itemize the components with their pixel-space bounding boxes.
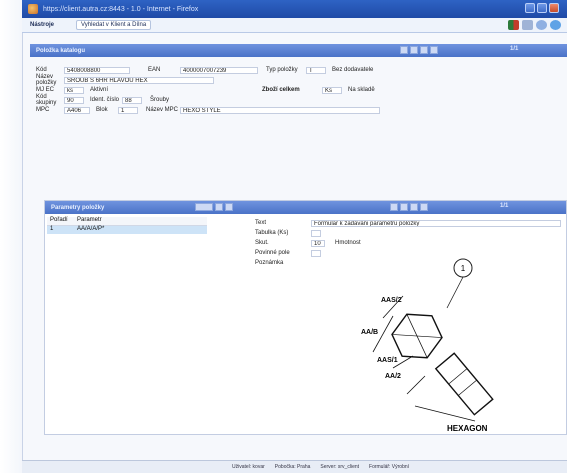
required-field[interactable] bbox=[311, 249, 321, 257]
parameters-panel: Parametry položky 1/1 Pořadí Parametr 1 … bbox=[44, 200, 567, 435]
mpc-name-field[interactable]: HEXO STYLE bbox=[180, 106, 380, 114]
leader-line bbox=[446, 276, 464, 309]
row-order: 1 bbox=[50, 226, 54, 232]
total-goods-label: Zboží celkem bbox=[262, 87, 300, 93]
table-field[interactable] bbox=[311, 229, 321, 237]
search-tool-icon[interactable] bbox=[195, 203, 213, 211]
maximize-icon[interactable] bbox=[537, 3, 547, 13]
close-icon[interactable] bbox=[549, 3, 559, 13]
search-icon[interactable] bbox=[536, 20, 547, 30]
list-header: Pořadí Parametr bbox=[47, 217, 207, 226]
code-field[interactable]: 5408008800 bbox=[64, 66, 130, 74]
note-label: Poznámka bbox=[255, 260, 284, 266]
item-name-field[interactable]: ŠROUB S 6HR HLAVOU HEX bbox=[64, 76, 214, 84]
detail-number: 1 bbox=[461, 264, 466, 273]
group-name: Šrouby bbox=[150, 97, 170, 103]
nav-prev-icon[interactable] bbox=[400, 203, 408, 211]
text-field[interactable]: Formular k zadavani parametru polozky bbox=[311, 219, 561, 227]
status-bar: Uživatel: kovar Pobočka: Praha Server: s… bbox=[22, 460, 567, 473]
row-parameter: AA/A/A/P* bbox=[77, 226, 105, 232]
list-row[interactable]: 1 AA/A/A/P* bbox=[47, 226, 207, 234]
parameters-tools bbox=[195, 203, 233, 211]
bolt-diagram: 1 AAS/2 AA/B AAS/1 AA/2 HEXAGON bbox=[361, 258, 494, 433]
col-order[interactable]: Pořadí bbox=[47, 217, 74, 225]
app-logo-icon bbox=[28, 4, 38, 14]
top-panel-page: 1/1 bbox=[510, 46, 519, 52]
hexagon-label: HEXAGON bbox=[447, 424, 488, 433]
ident-label: Ident. číslo bbox=[90, 97, 120, 103]
status-branch: Pobočka: Praha bbox=[274, 464, 311, 470]
panel-tool-icon[interactable] bbox=[430, 46, 438, 54]
group-code-field[interactable]: 90 bbox=[64, 96, 84, 104]
globe-icon[interactable] bbox=[550, 20, 561, 30]
panel-tool-icon[interactable] bbox=[420, 46, 428, 54]
status-user: Uživatel: kovar bbox=[232, 464, 265, 470]
nav-last-icon[interactable] bbox=[420, 203, 428, 211]
dim-label-3: AAS/1 bbox=[377, 357, 398, 364]
menu-item-tools[interactable]: Nástroje bbox=[30, 22, 54, 28]
bolt-shank bbox=[434, 352, 494, 416]
toolbar-icons bbox=[508, 20, 561, 30]
nav-first-icon[interactable] bbox=[390, 203, 398, 211]
actual-unit: Hmotnost bbox=[335, 240, 361, 246]
dim-label-4: AA/2 bbox=[385, 373, 401, 380]
actual-label: Skut. bbox=[255, 240, 269, 246]
window-title: https://client.autra.cz:8443 - 1.0 - Int… bbox=[43, 5, 199, 13]
ident-field[interactable]: 88 bbox=[122, 96, 142, 104]
flag-icon[interactable] bbox=[508, 20, 519, 30]
panel-tool-icon[interactable] bbox=[410, 46, 418, 54]
text-label: Text bbox=[255, 220, 267, 226]
top-panel-title: Položka katalogu bbox=[36, 47, 86, 54]
parameters-panel-header: Parametry položky 1/1 bbox=[45, 201, 566, 214]
total-goods-field[interactable]: Ks bbox=[322, 86, 342, 94]
parameters-list: Pořadí Parametr 1 AA/A/A/P* bbox=[47, 217, 207, 234]
mpc-name-label: Název MPC bbox=[146, 107, 179, 113]
block-label: Blok bbox=[96, 107, 108, 113]
top-panel-tools bbox=[400, 46, 438, 54]
supplier-status: Bez dodavatele bbox=[332, 67, 374, 73]
parameters-page: 1/1 bbox=[500, 203, 509, 209]
menu-search-dropdown[interactable]: Vyhledat v Klient a Dílna bbox=[76, 20, 152, 30]
actual-field[interactable]: 10 bbox=[311, 239, 325, 247]
edit-tool-icon[interactable] bbox=[215, 203, 223, 211]
dim-label-2: AA/B bbox=[361, 329, 378, 336]
parameters-panel-title: Parametry položky bbox=[51, 204, 105, 211]
nav-next-icon[interactable] bbox=[410, 203, 418, 211]
window-title-bar: https://client.autra.cz:8443 - 1.0 - Int… bbox=[22, 0, 567, 18]
back-icon[interactable] bbox=[522, 20, 533, 30]
col-parameter[interactable]: Parametr bbox=[74, 217, 102, 225]
mpc-field[interactable]: A406 bbox=[64, 106, 90, 114]
top-panel-header: Položka katalogu 1/1 bbox=[30, 44, 567, 57]
ean-label: EAN bbox=[148, 67, 161, 73]
panel-tool-icon[interactable] bbox=[400, 46, 408, 54]
item-type-label: Typ položky bbox=[266, 67, 298, 73]
item-type-field[interactable]: T bbox=[306, 66, 326, 74]
save-tool-icon[interactable] bbox=[225, 203, 233, 211]
dim-label-1: AAS/2 bbox=[381, 297, 402, 304]
mpc-label: MPC bbox=[36, 107, 50, 113]
left-margin bbox=[0, 0, 22, 473]
top-form: Kód 5408008800 EAN 4000007007239 Typ pol… bbox=[34, 58, 567, 128]
active-status: Aktivní bbox=[90, 87, 109, 93]
unit-field[interactable]: ks bbox=[64, 86, 84, 94]
window-controls bbox=[525, 3, 559, 13]
parameters-nav-tools bbox=[390, 203, 428, 211]
stock-status: Na skladě bbox=[348, 87, 375, 93]
required-label: Povinné pole bbox=[255, 250, 290, 256]
block-field[interactable]: 1 bbox=[118, 106, 138, 114]
menu-bar: Nástroje Vyhledat v Klient a Dílna bbox=[22, 18, 567, 33]
status-form: Formulář: Výrobní bbox=[369, 464, 410, 470]
ean-field[interactable]: 4000007007239 bbox=[180, 66, 258, 74]
table-label: Tabulka (Ks) bbox=[255, 230, 289, 236]
minimize-icon[interactable] bbox=[525, 3, 535, 13]
unit-label: MJ EC bbox=[36, 87, 54, 93]
item-name-label: Název položky bbox=[36, 74, 57, 86]
status-server: Server: srv_client bbox=[320, 464, 360, 470]
group-code-label: Kód skupiny bbox=[36, 94, 57, 106]
code-label: Kód bbox=[36, 67, 47, 73]
